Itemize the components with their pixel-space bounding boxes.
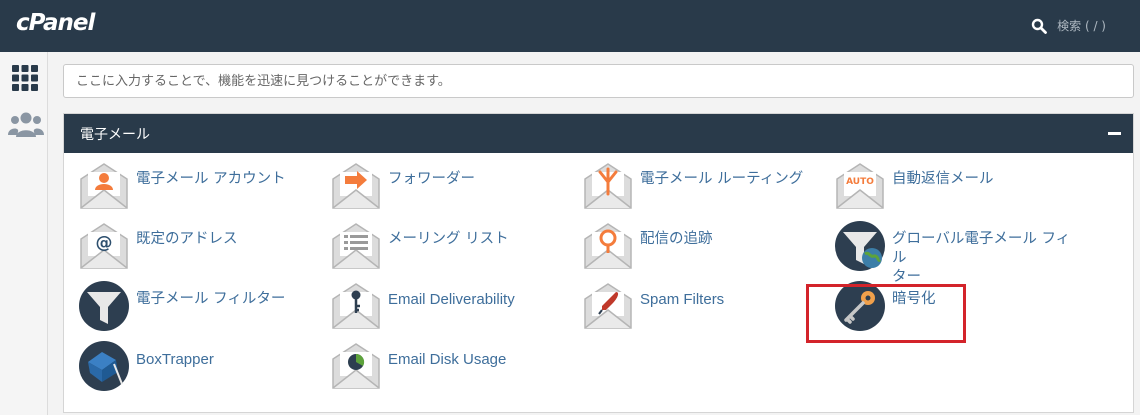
feature-label: メーリング リスト — [388, 231, 509, 247]
svg-text:@: @ — [96, 233, 113, 253]
sidebar — [0, 52, 48, 415]
cpanel-logo[interactable]: cPanel — [16, 10, 95, 36]
feature-label: グローバル電子メール フィル ター — [892, 231, 1071, 285]
feature-item-track-delivery[interactable]: 配信の追跡 — [582, 220, 822, 276]
feature-item-email-deliverability[interactable]: Email Deliverability — [330, 280, 570, 336]
email-deliverability-icon — [332, 283, 380, 329]
feature-item-email-filters[interactable]: 電子メール フィルター — [78, 280, 318, 336]
feature-label: Spam Filters — [640, 291, 725, 308]
feature-item-email-routing[interactable]: 電子メール ルーティング — [582, 160, 822, 216]
global-email-filter-icon — [835, 221, 885, 271]
section-header: 電子メール — [64, 114, 1133, 153]
feature-label: Email Disk Usage — [388, 351, 507, 368]
encryption-icon — [835, 281, 885, 331]
header-search-label: 検索 ( / ) — [1057, 19, 1106, 33]
autoresponder-icon: AUTO — [836, 163, 884, 209]
feature-item-autoresponders[interactable]: AUTO 自動返信メール — [834, 160, 1074, 216]
feature-item-spam-filters[interactable]: Spam Filters — [582, 280, 822, 336]
main-content: 電子メール 電子メール アカウント — [48, 52, 1140, 415]
collapse-button[interactable] — [1101, 122, 1129, 146]
feature-search-input[interactable] — [63, 64, 1134, 98]
feature-label: 暗号化 — [892, 291, 936, 307]
feature-label: 自動返信メール — [892, 171, 994, 187]
feature-item-email-accounts[interactable]: 電子メール アカウント — [78, 160, 318, 216]
feature-item-forwarders[interactable]: フォワーダー — [330, 160, 570, 216]
feature-label: フォワーダー — [388, 171, 475, 187]
feature-label: BoxTrapper — [136, 351, 214, 368]
feature-label: 電子メール アカウント — [136, 171, 286, 187]
email-account-icon — [80, 163, 128, 209]
forwarder-icon — [332, 163, 380, 209]
feature-item-global-email-filters[interactable]: グローバル電子メール フィル ター — [834, 220, 1074, 285]
grid-apps-icon[interactable] — [10, 64, 40, 92]
feature-label: Email Deliverability — [388, 291, 515, 308]
email-disk-usage-icon — [332, 343, 380, 389]
email-filter-icon — [79, 281, 129, 331]
feature-label: 既定のアドレス — [136, 231, 238, 247]
track-delivery-icon — [584, 223, 632, 269]
feature-label: 電子メール ルーティング — [640, 171, 804, 187]
feature-item-email-disk-usage[interactable]: Email Disk Usage — [330, 340, 570, 396]
feature-label: 配信の追跡 — [640, 231, 713, 247]
mailing-list-icon — [332, 223, 380, 269]
feature-item-encryption[interactable]: 暗号化 — [834, 280, 1074, 336]
feature-item-mailing-lists[interactable]: メーリング リスト — [330, 220, 570, 276]
header-search[interactable]: 検索 ( / ) — [1031, 17, 1106, 34]
feature-item-boxtrapper[interactable]: BoxTrapper — [78, 340, 318, 396]
email-routing-icon — [584, 163, 632, 209]
svg-text:AUTO: AUTO — [846, 177, 874, 187]
email-section-panel: 電子メール 電子メール アカウント フォワーダー 電子メール ルーティング AU… — [63, 113, 1134, 413]
top-bar: cPanel 検索 ( / ) — [0, 0, 1140, 52]
default-address-icon: @ — [80, 223, 128, 269]
users-icon[interactable] — [8, 110, 44, 138]
feature-item-default-address[interactable]: @ 既定のアドレス — [78, 220, 318, 276]
section-title: 電子メール — [80, 126, 150, 143]
boxtrapper-icon — [79, 341, 129, 391]
spam-filters-icon — [584, 283, 632, 329]
search-icon — [1031, 18, 1048, 34]
feature-label: 電子メール フィルター — [136, 291, 286, 307]
